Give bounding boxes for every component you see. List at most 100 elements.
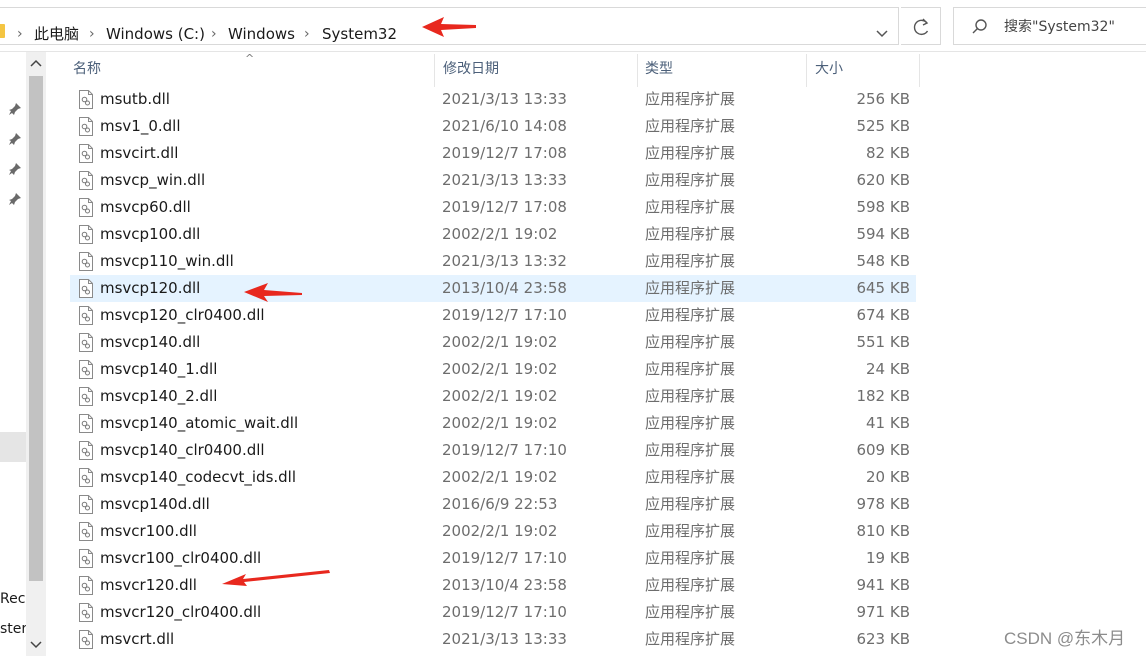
nav-item-label[interactable]: ster <box>0 620 26 638</box>
red-arrow-icon <box>422 17 476 37</box>
file-row[interactable]: msvcp_win.dll 2021/3/13 13:33 应用程序扩展 620… <box>70 167 916 194</box>
file-row[interactable]: msvcp140_clr0400.dll 2019/12/7 17:10 应用程… <box>70 437 916 464</box>
file-size: 82 KB <box>866 144 910 162</box>
breadcrumb-windows[interactable]: Windows <box>228 24 295 44</box>
file-list: msutb.dll 2021/3/13 13:33 应用程序扩展 256 KB … <box>70 86 916 653</box>
dll-file-icon <box>79 144 93 163</box>
column-header-date[interactable]: 修改日期 <box>443 52 499 87</box>
file-modified-date: 2002/2/1 19:02 <box>442 360 558 378</box>
file-name: msvcp100.dll <box>100 225 201 243</box>
file-row[interactable]: msvcp140_atomic_wait.dll 2002/2/1 19:02 … <box>70 410 916 437</box>
file-type: 应用程序扩展 <box>645 495 736 513</box>
dll-file-icon <box>79 225 93 244</box>
file-modified-date: 2019/12/7 17:10 <box>442 549 567 567</box>
file-row[interactable]: msvcr100.dll 2002/2/1 19:02 应用程序扩展 810 K… <box>70 518 916 545</box>
scroll-thumb[interactable] <box>29 76 43 581</box>
column-header-size[interactable]: 大小 <box>815 52 843 87</box>
nav-item-label[interactable]: Reco <box>0 590 26 608</box>
dll-file-icon <box>79 279 93 298</box>
file-type: 应用程序扩展 <box>645 360 736 378</box>
file-row[interactable]: msvcr120_clr0400.dll 2019/12/7 17:10 应用程… <box>70 599 916 626</box>
watermark: CSDN @东木月 <box>1004 629 1126 648</box>
chevron-right-icon[interactable]: › <box>89 24 95 44</box>
folder-icon <box>0 24 5 38</box>
chevron-right-icon[interactable]: › <box>304 24 310 44</box>
column-header-name[interactable]: 名称 <box>73 52 101 87</box>
file-name: msvcrt.dll <box>100 630 175 648</box>
scroll-up-icon[interactable] <box>26 52 46 74</box>
file-type: 应用程序扩展 <box>645 171 736 189</box>
scroll-down-icon[interactable] <box>26 634 46 656</box>
file-row[interactable]: msvcp60.dll 2019/12/7 17:08 应用程序扩展 598 K… <box>70 194 916 221</box>
pin-icon[interactable] <box>8 162 22 176</box>
file-name: msvcp140_codecvt_ids.dll <box>100 468 297 486</box>
file-row[interactable]: msvcp140.dll 2002/2/1 19:02 应用程序扩展 551 K… <box>70 329 916 356</box>
file-name: msvcr120_clr0400.dll <box>100 603 262 621</box>
dll-file-icon <box>79 171 93 190</box>
file-modified-date: 2021/3/13 13:33 <box>442 171 567 189</box>
pin-icon[interactable] <box>8 192 22 206</box>
file-modified-date: 2002/2/1 19:02 <box>442 387 558 405</box>
dll-file-icon <box>79 90 93 109</box>
file-type: 应用程序扩展 <box>645 252 736 270</box>
file-row[interactable]: msvcr100_clr0400.dll 2019/12/7 17:10 应用程… <box>70 545 916 572</box>
nav-scrollbar[interactable] <box>26 52 46 656</box>
file-row[interactable]: msvcp140_2.dll 2002/2/1 19:02 应用程序扩展 182… <box>70 383 916 410</box>
column-divider[interactable] <box>919 54 920 87</box>
file-name: msvcp110_win.dll <box>100 252 234 270</box>
file-row[interactable]: msvcp110_win.dll 2021/3/13 13:32 应用程序扩展 … <box>70 248 916 275</box>
file-name: msvcp140.dll <box>100 333 201 351</box>
file-type: 应用程序扩展 <box>645 468 736 486</box>
search-box[interactable]: 搜索"System32" <box>953 7 1146 45</box>
column-header-type[interactable]: 类型 <box>645 52 673 87</box>
file-row[interactable]: msvcrt.dll 2021/3/13 13:33 应用程序扩展 623 KB <box>70 626 916 653</box>
column-headers: ^ 名称 修改日期 类型 大小 <box>60 52 920 87</box>
file-modified-date: 2019/12/7 17:10 <box>442 603 567 621</box>
file-name: msvcp60.dll <box>100 198 191 216</box>
file-name: msvcp_win.dll <box>100 171 206 189</box>
file-row[interactable]: msutb.dll 2021/3/13 13:33 应用程序扩展 256 KB <box>70 86 916 113</box>
column-divider[interactable] <box>434 54 435 87</box>
refresh-button[interactable] <box>901 7 941 45</box>
pin-icon[interactable] <box>8 102 22 116</box>
file-size: 810 KB <box>856 522 910 540</box>
column-divider[interactable] <box>806 54 807 87</box>
file-row[interactable]: msvcp120_clr0400.dll 2019/12/7 17:10 应用程… <box>70 302 916 329</box>
breadcrumb-c-drive[interactable]: Windows (C:) <box>106 24 205 44</box>
file-size: 19 KB <box>866 549 910 567</box>
chevron-down-icon[interactable] <box>872 24 892 44</box>
dll-file-icon <box>79 468 93 487</box>
file-size: 674 KB <box>856 306 910 324</box>
file-modified-date: 2021/3/13 13:33 <box>442 630 567 648</box>
file-row[interactable]: msvcp120.dll 2013/10/4 23:58 应用程序扩展 645 … <box>70 275 916 302</box>
dll-file-icon <box>79 252 93 271</box>
search-icon <box>972 19 987 34</box>
red-arrow-icon <box>244 283 302 302</box>
file-row[interactable]: msvcp140_codecvt_ids.dll 2002/2/1 19:02 … <box>70 464 916 491</box>
file-row[interactable]: msvcirt.dll 2019/12/7 17:08 应用程序扩展 82 KB <box>70 140 916 167</box>
file-type: 应用程序扩展 <box>645 414 736 432</box>
refresh-icon <box>913 18 929 35</box>
nav-selected-item[interactable] <box>0 432 26 462</box>
column-divider[interactable] <box>637 54 638 87</box>
file-size: 24 KB <box>866 360 910 378</box>
chevron-right-icon[interactable]: › <box>17 24 23 44</box>
breadcrumb-system32[interactable]: System32 <box>322 24 397 44</box>
file-row[interactable]: msvcr120.dll 2013/10/4 23:58 应用程序扩展 941 … <box>70 572 916 599</box>
file-row[interactable]: msv1_0.dll 2021/6/10 14:08 应用程序扩展 525 KB <box>70 113 916 140</box>
file-name: msvcp140d.dll <box>100 495 210 513</box>
file-size: 620 KB <box>856 171 910 189</box>
file-size: 525 KB <box>856 117 910 135</box>
breadcrumb-this-pc[interactable]: 此电脑 <box>34 24 79 44</box>
file-name: msvcp120.dll <box>100 279 201 297</box>
pin-icon[interactable] <box>8 132 22 146</box>
file-size: 20 KB <box>866 468 910 486</box>
file-size: 598 KB <box>856 198 910 216</box>
file-row[interactable]: msvcp100.dll 2002/2/1 19:02 应用程序扩展 594 K… <box>70 221 916 248</box>
file-size: 609 KB <box>856 441 910 459</box>
file-row[interactable]: msvcp140_1.dll 2002/2/1 19:02 应用程序扩展 24 … <box>70 356 916 383</box>
file-row[interactable]: msvcp140d.dll 2016/6/9 22:53 应用程序扩展 978 … <box>70 491 916 518</box>
file-size: 594 KB <box>856 225 910 243</box>
chevron-right-icon[interactable]: › <box>211 24 217 44</box>
file-modified-date: 2019/12/7 17:10 <box>442 306 567 324</box>
